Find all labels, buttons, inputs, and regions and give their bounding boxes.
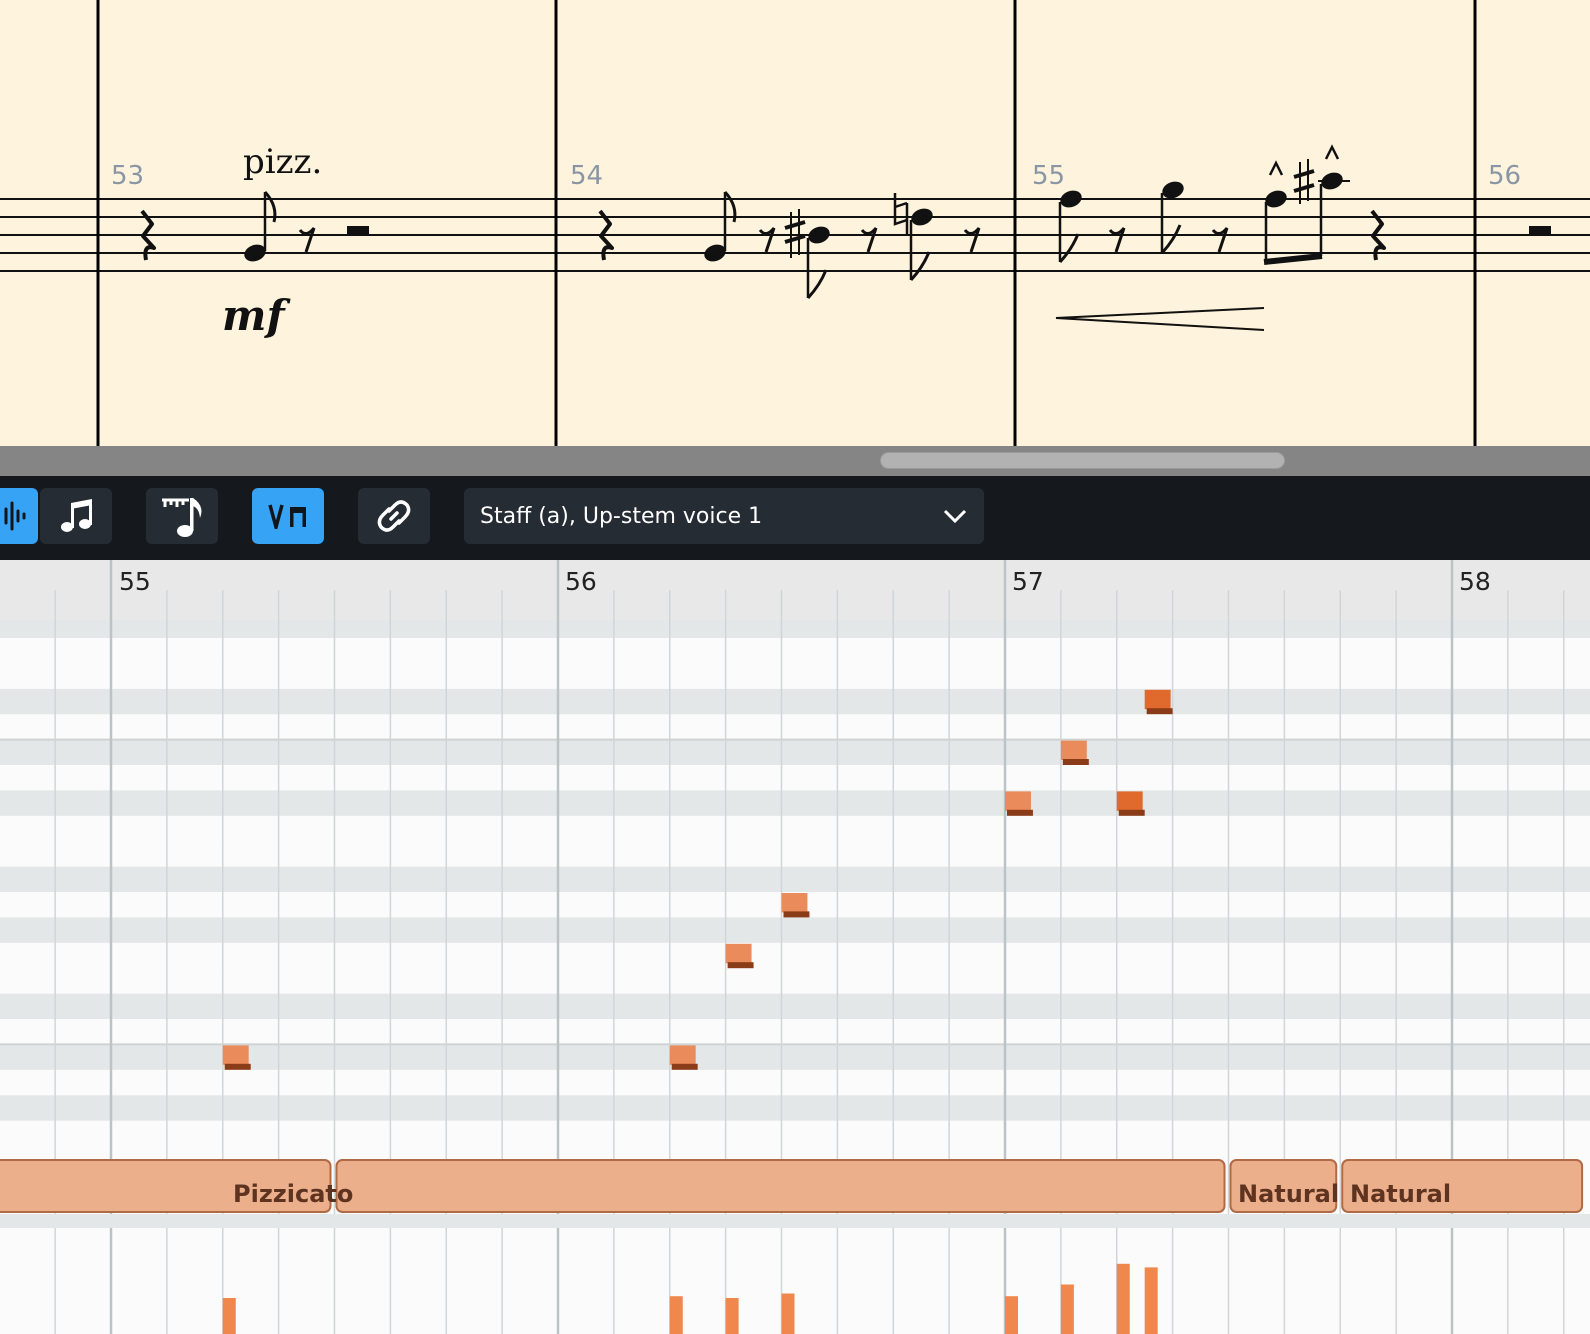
pitch-lane [0, 841, 1590, 867]
pitch-lane [0, 1095, 1590, 1121]
bowing-icon [268, 503, 308, 529]
pitch-lane [0, 1019, 1590, 1045]
note-body[interactable] [781, 893, 808, 913]
note-block[interactable] [1144, 689, 1173, 715]
note-block[interactable] [669, 1045, 698, 1070]
dynamic-marking: mf [222, 291, 291, 340]
pitch-lane [0, 739, 1590, 765]
velocity-bar[interactable] [1116, 1263, 1130, 1334]
marcato-icon [1268, 144, 1340, 176]
pitch-lane [0, 1120, 1590, 1146]
articulation-label: Natural [1238, 1180, 1339, 1208]
note-block[interactable] [725, 943, 754, 969]
link-button[interactable] [358, 488, 430, 544]
waveform-icon [3, 499, 29, 533]
measure-number: 55 [1032, 161, 1065, 191]
eighth-rest-icon [298, 227, 1229, 253]
piano-roll-toolbar: Staff (a), Up-stem voice 1 [0, 476, 1590, 560]
note-velocity-bar [727, 962, 754, 969]
bar-number: 57 [1012, 567, 1044, 596]
horizontal-scrollbar[interactable] [0, 446, 1590, 476]
bar-number: 55 [119, 567, 151, 596]
note-block[interactable] [1005, 791, 1033, 816]
chevron-down-icon [942, 506, 968, 531]
note-velocity-bar [671, 1063, 698, 1070]
pitch-lane [0, 917, 1590, 943]
score-view[interactable]: 53 54 55 56 pizz. mf [0, 0, 1590, 446]
bowing-button[interactable] [252, 488, 324, 544]
music-note-icon [59, 497, 93, 535]
measure-number: 54 [570, 161, 603, 191]
note-body[interactable] [222, 1045, 249, 1065]
voice-selector-label: Staff (a), Up-stem voice 1 [480, 503, 763, 529]
half-rest-icon [347, 226, 369, 235]
duration-ruler-button[interactable] [146, 488, 218, 544]
note-input-button[interactable] [40, 488, 112, 544]
note-body[interactable] [1005, 791, 1031, 811]
technique-text: pizz. [243, 142, 322, 182]
note-velocity-bar [1007, 809, 1033, 816]
pitch-lane [0, 688, 1590, 715]
articulation-block[interactable] [335, 1159, 1226, 1213]
pitch-lane [0, 1069, 1590, 1096]
pitch-lane [0, 663, 1590, 689]
measure-number: 53 [111, 161, 144, 191]
velocity-bar[interactable] [1144, 1267, 1158, 1334]
note-block[interactable] [1116, 791, 1145, 816]
bar-number: 58 [1459, 567, 1491, 596]
note-body[interactable] [1144, 689, 1171, 710]
score-staff: 53 54 55 56 pizz. mf [0, 0, 1590, 446]
voice-selector-dropdown[interactable]: Staff (a), Up-stem voice 1 [464, 488, 984, 544]
waveform-button[interactable] [0, 488, 38, 544]
note-block[interactable] [781, 893, 810, 918]
barlines [96, 0, 1477, 446]
notes [244, 172, 1350, 300]
velocity-bar[interactable] [1005, 1296, 1018, 1334]
bar-number: 56 [565, 567, 597, 596]
note-body[interactable] [1116, 791, 1143, 811]
pitch-lane [0, 790, 1590, 816]
note-body[interactable] [1060, 740, 1087, 760]
note-velocity-bar [1146, 708, 1173, 715]
note-body[interactable] [669, 1045, 696, 1065]
velocity-bar[interactable] [781, 1293, 795, 1334]
staff-lines [0, 198, 1590, 272]
scrollbar-thumb[interactable] [880, 452, 1285, 469]
articulation-label: Pizzicato [233, 1180, 353, 1208]
pitch-lane [0, 638, 1590, 664]
piano-roll[interactable]: 55 56 57 58 Pizzicato Natural Natural [0, 560, 1590, 1334]
pitch-lane [0, 866, 1590, 892]
ruler-note-icon [159, 494, 205, 538]
note-velocity-bar [224, 1063, 251, 1070]
articulation-divider [0, 1214, 1590, 1228]
pitch-lane [0, 993, 1590, 1019]
note-velocity-bar [783, 911, 810, 918]
pitch-lane [0, 714, 1590, 740]
bar-ruler[interactable] [0, 560, 1590, 620]
crescendo-hairpin [1055, 307, 1265, 331]
note-block[interactable] [222, 1045, 251, 1070]
note-body[interactable] [725, 943, 752, 964]
velocity-bar[interactable] [725, 1298, 739, 1334]
measure-number: 56 [1488, 161, 1521, 191]
velocity-bar[interactable] [222, 1298, 236, 1334]
note-velocity-bar [1118, 809, 1145, 816]
note-velocity-bar [1062, 759, 1089, 765]
pitch-lane [0, 942, 1590, 969]
velocity-bar[interactable] [669, 1296, 683, 1334]
pitch-lane [0, 968, 1590, 994]
piano-roll-grid[interactable]: 55 56 57 58 Pizzicato Natural Natural [0, 560, 1590, 1334]
pitch-lane [0, 765, 1590, 791]
whole-rest-icon [1529, 226, 1551, 235]
articulation-label: Natural [1350, 1180, 1451, 1208]
velocity-bar[interactable] [1060, 1284, 1074, 1334]
link-icon [375, 497, 413, 535]
pitch-lane [0, 815, 1590, 842]
note-block[interactable] [1060, 740, 1089, 765]
